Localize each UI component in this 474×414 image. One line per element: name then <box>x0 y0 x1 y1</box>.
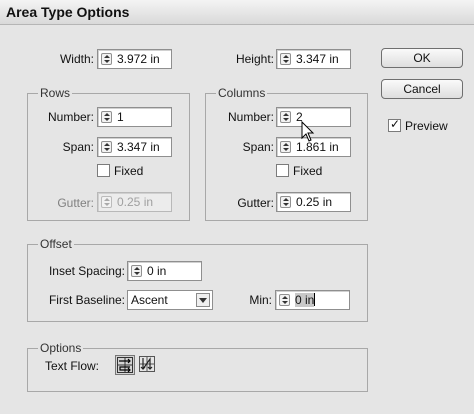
preview-checkbox[interactable] <box>388 117 401 132</box>
height-field[interactable]: 3.347 in <box>276 49 351 69</box>
columns-span-label: Span: <box>242 140 274 154</box>
text-flow-label: Text Flow: <box>45 359 100 373</box>
columns-fixed-label: Fixed <box>293 164 323 178</box>
offset-legend: Offset <box>38 237 74 251</box>
rows-fixed-label: Fixed <box>114 164 144 178</box>
height-stepper[interactable] <box>280 53 291 65</box>
inset-spacing-value: 0 in <box>147 264 167 278</box>
rows-fixed-checkbox[interactable] <box>97 164 110 177</box>
min-label: Min: <box>249 293 272 307</box>
min-value-wrap: 0 in <box>295 293 316 307</box>
ok-button[interactable]: OK <box>381 48 463 68</box>
rows-number-field[interactable]: 1 <box>97 107 172 127</box>
columns-gutter-field[interactable]: 0.25 in <box>276 192 351 212</box>
width-label: Width: <box>59 52 94 66</box>
rows-number-label: Number: <box>47 110 94 124</box>
min-value: 0 in <box>295 293 315 307</box>
text-caret <box>314 293 316 306</box>
options-legend: Options <box>38 341 84 355</box>
columns-span-stepper[interactable] <box>280 141 291 153</box>
height-label: Height: <box>235 52 274 66</box>
rows-gutter-field[interactable]: 0.25 in <box>97 192 172 212</box>
min-stepper[interactable] <box>279 294 290 306</box>
mouse-pointer-icon <box>301 121 315 142</box>
first-baseline-value: Ascent <box>131 293 168 307</box>
rows-span-field[interactable]: 3.347 in <box>97 137 172 157</box>
preview-label: Preview <box>405 119 448 133</box>
first-baseline-select[interactable]: Ascent <box>127 290 213 310</box>
rows-number-stepper[interactable] <box>101 111 112 123</box>
inset-spacing-label: Inset Spacing: <box>48 264 125 278</box>
rows-span-stepper[interactable] <box>101 141 112 153</box>
columns-first-icon <box>139 356 155 372</box>
columns-legend: Columns <box>216 86 268 100</box>
first-baseline-label: First Baseline: <box>48 293 125 307</box>
rows-gutter-label: Gutter: <box>57 196 94 210</box>
offset-group <box>27 244 368 322</box>
dialog-title: Area Type Options <box>6 4 130 20</box>
rows-span-value: 3.347 in <box>117 140 160 154</box>
chevron-down-icon[interactable] <box>196 293 210 307</box>
inset-spacing-stepper[interactable] <box>131 265 142 277</box>
rows-number-value: 1 <box>117 110 124 124</box>
rows-first-icon <box>117 357 133 373</box>
columns-number-label: Number: <box>227 110 274 124</box>
width-value: 3.972 in <box>117 52 160 66</box>
columns-number-stepper[interactable] <box>280 111 291 123</box>
rows-span-label: Span: <box>62 140 94 154</box>
text-flow-columns-first-button[interactable] <box>138 355 158 375</box>
height-value: 3.347 in <box>296 52 339 66</box>
rows-gutter-value: 0.25 in <box>117 195 154 209</box>
min-field[interactable]: 0 in <box>275 290 350 310</box>
columns-gutter-label: Gutter: <box>237 196 274 210</box>
inset-spacing-field[interactable]: 0 in <box>127 261 202 281</box>
rows-legend: Rows <box>38 86 73 100</box>
cancel-button[interactable]: Cancel <box>381 79 463 99</box>
title-bar: Area Type Options <box>0 0 474 25</box>
width-field[interactable]: 3.972 in <box>97 49 172 69</box>
columns-gutter-stepper[interactable] <box>280 196 291 208</box>
columns-fixed-checkbox[interactable] <box>276 164 289 177</box>
columns-gutter-value: 0.25 in <box>296 195 333 209</box>
text-flow-rows-first-button[interactable] <box>115 355 135 375</box>
area-type-options-dialog: Area Type Options Width: 3.972 in Height… <box>0 0 474 414</box>
width-stepper[interactable] <box>101 53 112 65</box>
rows-gutter-stepper[interactable] <box>101 196 112 208</box>
